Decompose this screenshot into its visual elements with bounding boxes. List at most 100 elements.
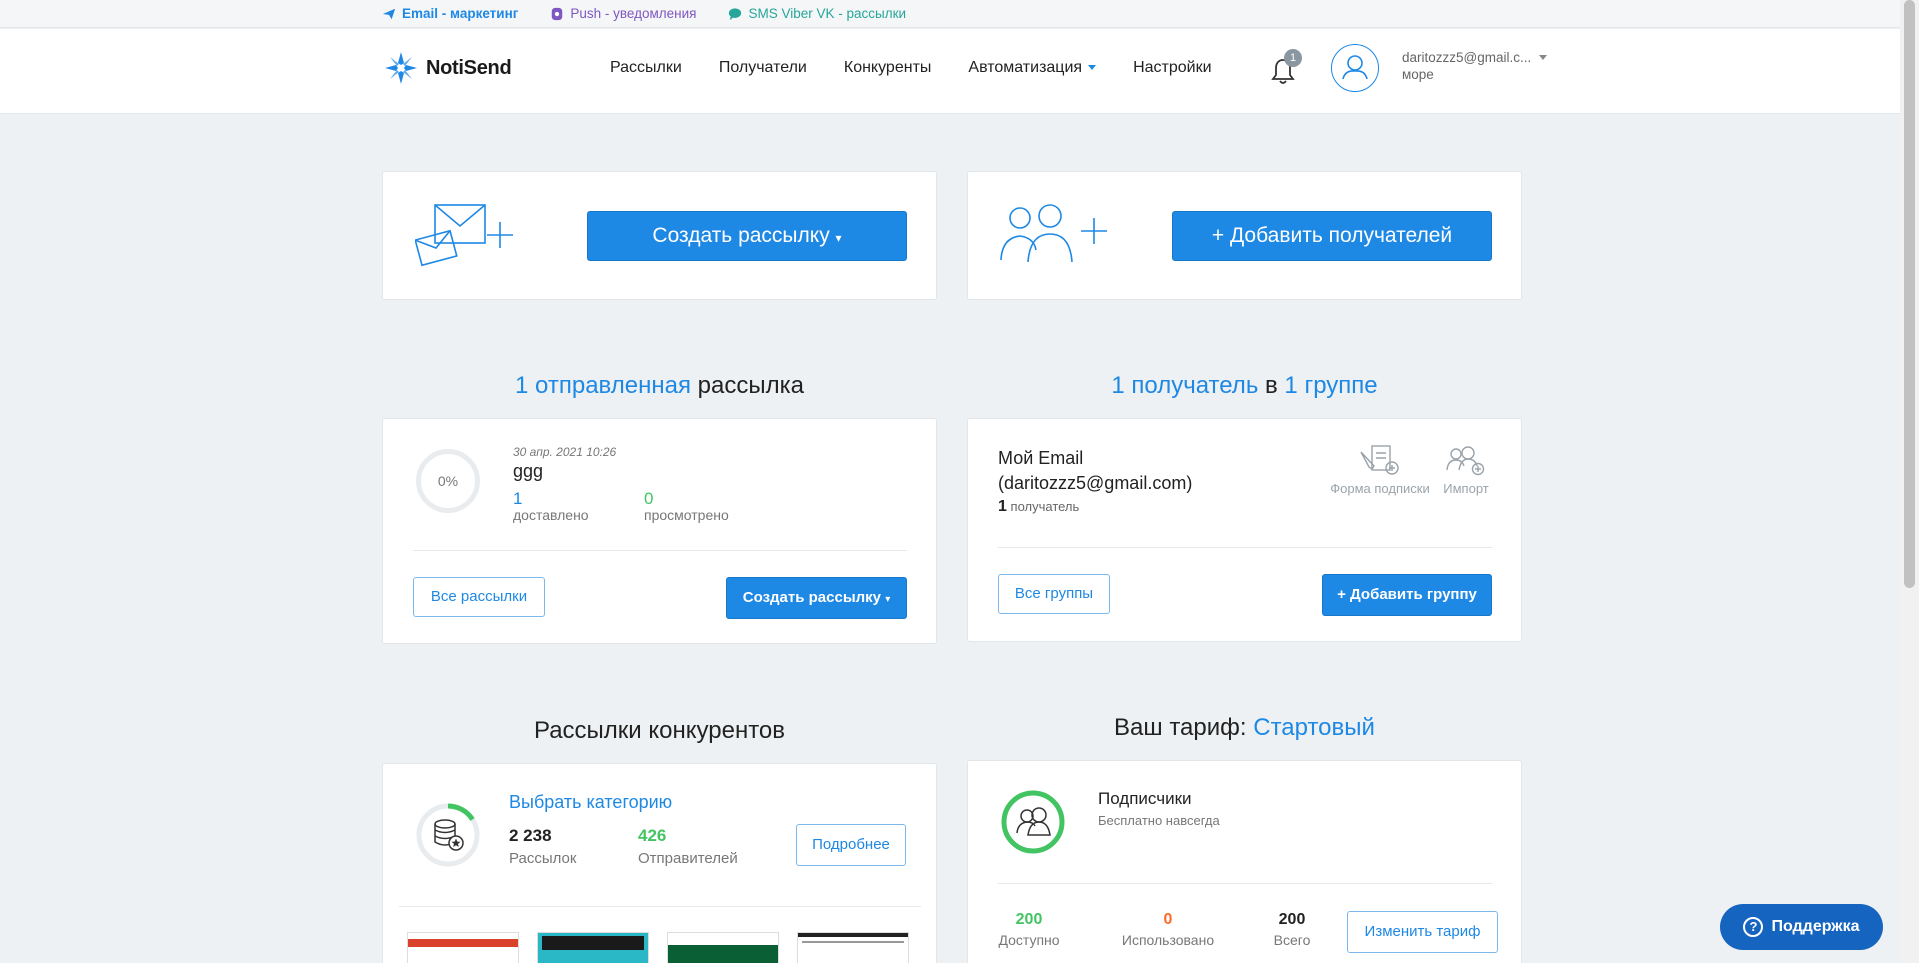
group-name-line1: Мой Email: [998, 448, 1084, 468]
create-campaign-card: Создать рассылку ▾: [382, 171, 937, 300]
push-notifications-label: Push - уведомления: [570, 6, 697, 21]
notifications-button[interactable]: 1: [1270, 49, 1302, 87]
create-campaign-label: Создать рассылку: [652, 224, 830, 247]
database-star-icon: [434, 819, 464, 851]
account-email: daritozzz5@gmail.c...: [1402, 50, 1532, 65]
divider: [998, 883, 1492, 884]
all-groups-button[interactable]: Все группы: [998, 574, 1110, 614]
notifications-badge: 1: [1284, 49, 1302, 67]
recipients-card: Мой Email (daritozzz5@gmail.com) 1 получ…: [967, 418, 1522, 642]
add-group-button[interactable]: + Добавить группу: [1322, 574, 1492, 616]
group-name[interactable]: Мой Email (daritozzz5@gmail.com): [998, 446, 1192, 496]
top-channel-bar: Email - маркетинг Push - уведомления SMS…: [0, 0, 1900, 28]
total-stat: 200 Всего: [1270, 911, 1314, 948]
subscribe-form-button[interactable]: Форма подписки: [1325, 444, 1435, 496]
chevron-down-icon: [1539, 55, 1548, 60]
chat-bubble-icon: [729, 7, 742, 20]
account-menu[interactable]: daritozzz5@gmail.c... море: [1402, 50, 1548, 82]
logo[interactable]: NotiSend: [382, 49, 512, 87]
nav-automation[interactable]: Автоматизация: [968, 59, 1097, 77]
users-icon: [1016, 807, 1051, 836]
form-edit-icon: [1360, 445, 1399, 475]
change-tariff-button[interactable]: Изменить тариф: [1347, 911, 1498, 953]
nav-competitors[interactable]: Конкуренты: [844, 59, 932, 77]
details-button[interactable]: Подробнее: [796, 824, 906, 866]
campaigns-count-link[interactable]: 1 отправленная: [515, 372, 691, 399]
account-sub: море: [1402, 67, 1434, 82]
push-notifications-link[interactable]: Push - уведомления: [550, 6, 696, 21]
delivered-label: доставлено: [513, 507, 589, 523]
used-stat: 0 Использовано: [1118, 911, 1218, 948]
import-label: Импорт: [1443, 481, 1489, 496]
total-label: Всего: [1273, 932, 1311, 948]
competitor-campaigns-label: Рассылок: [509, 850, 577, 867]
competitor-newsletter-thumbnail[interactable]: [407, 932, 519, 963]
competitor-senders-label: Отправителей: [638, 850, 738, 867]
push-icon: [552, 7, 563, 20]
competitor-newsletter-thumbnail[interactable]: [537, 932, 649, 963]
scrollbar[interactable]: [1900, 0, 1919, 963]
support-label: Поддержка: [1771, 918, 1860, 935]
nav-automation-label: Автоматизация: [968, 59, 1083, 76]
users-import-icon: [1446, 446, 1485, 476]
competitors-ring: [416, 803, 480, 867]
recipients-title-mid: в: [1265, 372, 1278, 399]
tariff-section-title: Ваш тариф: Стартовый: [967, 714, 1522, 742]
nav-recipients[interactable]: Получатели: [719, 59, 807, 77]
competitor-newsletter-thumbnail[interactable]: [797, 932, 909, 963]
competitors-card: Выбрать категорию 2 238 Рассылок 426 Отп…: [382, 763, 937, 963]
recipients-section-title: 1 получатель в 1 группе: [967, 372, 1522, 400]
total-value: 200: [1278, 911, 1306, 928]
competitor-newsletter-thumbnail[interactable]: [667, 932, 779, 963]
sms-label: SMS Viber VK - рассылки: [748, 6, 907, 21]
delivered-value: 1: [513, 489, 523, 508]
create-campaign-small-label: Создать рассылку: [742, 589, 882, 606]
nav-campaigns[interactable]: Рассылки: [610, 59, 682, 77]
available-stat: 200 Доступно: [998, 911, 1060, 948]
viewed-value: 0: [644, 489, 654, 508]
import-button[interactable]: Импорт: [1436, 444, 1496, 496]
divider: [399, 906, 921, 907]
group-count-label: получатель: [1010, 499, 1080, 514]
paper-plane-icon: [382, 8, 396, 19]
all-campaigns-button[interactable]: Все рассылки: [413, 577, 545, 617]
campaigns-card: 0% 30 апр. 2021 10:26 ggg 1 доставлено 0…: [382, 418, 937, 644]
competitors-section-title: Рассылки конкурентов: [533, 717, 786, 744]
competitor-campaigns-value: 2 238: [509, 826, 552, 845]
tariff-name-link[interactable]: Стартовый: [1253, 714, 1375, 741]
scrollbar-thumb[interactable]: [1904, 0, 1915, 588]
available-label: Доступно: [998, 932, 1060, 948]
choose-category-link[interactable]: Выбрать категорию: [509, 792, 672, 813]
open-rate-ring: 0%: [416, 449, 480, 513]
group-count-value: 1: [998, 498, 1007, 515]
recipients-count-link[interactable]: 1 получатель: [1111, 372, 1258, 399]
campaigns-title-rest: рассылка: [697, 372, 804, 399]
open-rate-percent: 0%: [437, 473, 459, 489]
add-recipients-card: + Добавить получателей: [967, 171, 1522, 300]
avatar[interactable]: [1331, 44, 1379, 92]
create-campaign-button[interactable]: Создать рассылку ▾: [587, 211, 907, 261]
used-value: 0: [1163, 911, 1173, 928]
support-button[interactable]: ? Поддержка: [1720, 904, 1883, 950]
sms-link[interactable]: SMS Viber VK - рассылки: [728, 6, 906, 21]
campaigns-section-title: 1 отправленная рассылка: [382, 372, 937, 400]
nav-settings[interactable]: Настройки: [1133, 59, 1211, 77]
email-marketing-link[interactable]: Email - маркетинг: [382, 6, 518, 21]
group-name-line2: (daritozzz5@gmail.com): [998, 473, 1193, 493]
groups-count-link[interactable]: 1 группе: [1284, 372, 1377, 399]
campaign-name[interactable]: ggg: [513, 461, 543, 482]
channel-links: Email - маркетинг Push - уведомления SMS…: [382, 6, 906, 21]
campaign-date: 30 апр. 2021 10:26: [513, 445, 617, 459]
divider: [998, 547, 1492, 548]
chevron-down-icon: [1088, 65, 1097, 71]
email-marketing-label: Email - маркетинг: [402, 6, 519, 21]
create-campaign-small-button[interactable]: Создать рассылку ▾: [726, 577, 907, 619]
subscribers-ring: [1001, 790, 1065, 854]
subscribe-form-label: Форма подписки: [1330, 481, 1430, 496]
group-count: 1 получатель: [998, 498, 1079, 516]
divider: [413, 550, 907, 551]
available-value: 200: [1015, 911, 1043, 928]
main-nav: Рассылки Получатели Конкуренты Автоматиз…: [610, 59, 1212, 77]
add-recipients-button[interactable]: + Добавить получателей: [1172, 211, 1492, 261]
user-icon: [1342, 55, 1368, 80]
